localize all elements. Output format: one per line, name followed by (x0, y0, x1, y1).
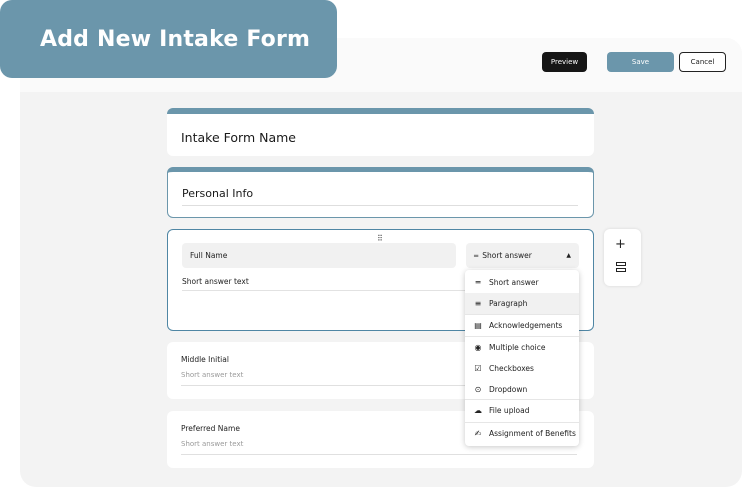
question-label: Preferred Name (181, 424, 240, 433)
menu-item-paragraph[interactable]: ≡ Paragraph (465, 293, 579, 314)
add-section-icon[interactable] (616, 262, 626, 272)
question-type-select[interactable]: ═ Short answer ▲ (466, 243, 579, 268)
upload-icon: ☁ (474, 406, 482, 415)
menu-item-assignment-of-benefits[interactable]: ✍ Assignment of Benefits (465, 423, 579, 444)
cancel-button[interactable]: Cancel (679, 52, 726, 72)
radio-icon: ◉ (474, 343, 482, 352)
section-card[interactable]: Personal Info (167, 167, 594, 218)
short-answer-icon: ═ (475, 278, 481, 287)
menu-item-multiple-choice[interactable]: ◉ Multiple choice (465, 337, 579, 358)
question-type-menu: ═ Short answer ≡ Paragraph ▤ Acknowledge… (465, 270, 579, 446)
paragraph-icon: ≡ (474, 299, 482, 308)
section-underline (182, 205, 578, 206)
question-type-value: Short answer (482, 251, 532, 260)
page-title: Add New Intake Form (40, 26, 311, 52)
short-answer-icon: ═ (474, 251, 479, 260)
menu-item-checkboxes[interactable]: ☑ Checkboxes (465, 358, 579, 379)
signature-icon: ✍ (474, 429, 482, 438)
drag-handle-icon[interactable]: ⠿ (377, 234, 383, 243)
answer-hint: Short answer text (181, 440, 244, 448)
page-title-banner: Add New Intake Form (0, 0, 337, 78)
form-name-input[interactable]: Intake Form Name (181, 130, 296, 145)
answer-hint: Short answer text (182, 277, 249, 286)
section-title-input[interactable]: Personal Info (182, 187, 253, 200)
acknowledgement-icon: ▤ (474, 321, 482, 330)
preview-button[interactable]: Preview (542, 52, 587, 72)
menu-item-dropdown[interactable]: ⊙ Dropdown (465, 379, 579, 400)
add-question-icon[interactable]: + (615, 237, 626, 252)
checkbox-icon: ☑ (474, 364, 482, 373)
dropdown-icon: ⊙ (474, 385, 482, 394)
menu-item-acknowledgements[interactable]: ▤ Acknowledgements (465, 315, 579, 336)
caret-up-icon: ▲ (566, 252, 571, 259)
form-name-card[interactable]: Intake Form Name (167, 108, 594, 156)
save-button[interactable]: Save (607, 52, 674, 72)
menu-item-file-upload[interactable]: ☁ File upload (465, 400, 579, 421)
question-label: Middle Initial (181, 355, 229, 364)
side-toolbar: + (604, 229, 641, 286)
answer-hint: Short answer text (181, 371, 244, 379)
question-title-text: Full Name (190, 251, 228, 260)
question-title-input[interactable]: Full Name (182, 243, 456, 268)
answer-underline (181, 454, 577, 455)
menu-item-short-answer[interactable]: ═ Short answer (465, 272, 579, 293)
